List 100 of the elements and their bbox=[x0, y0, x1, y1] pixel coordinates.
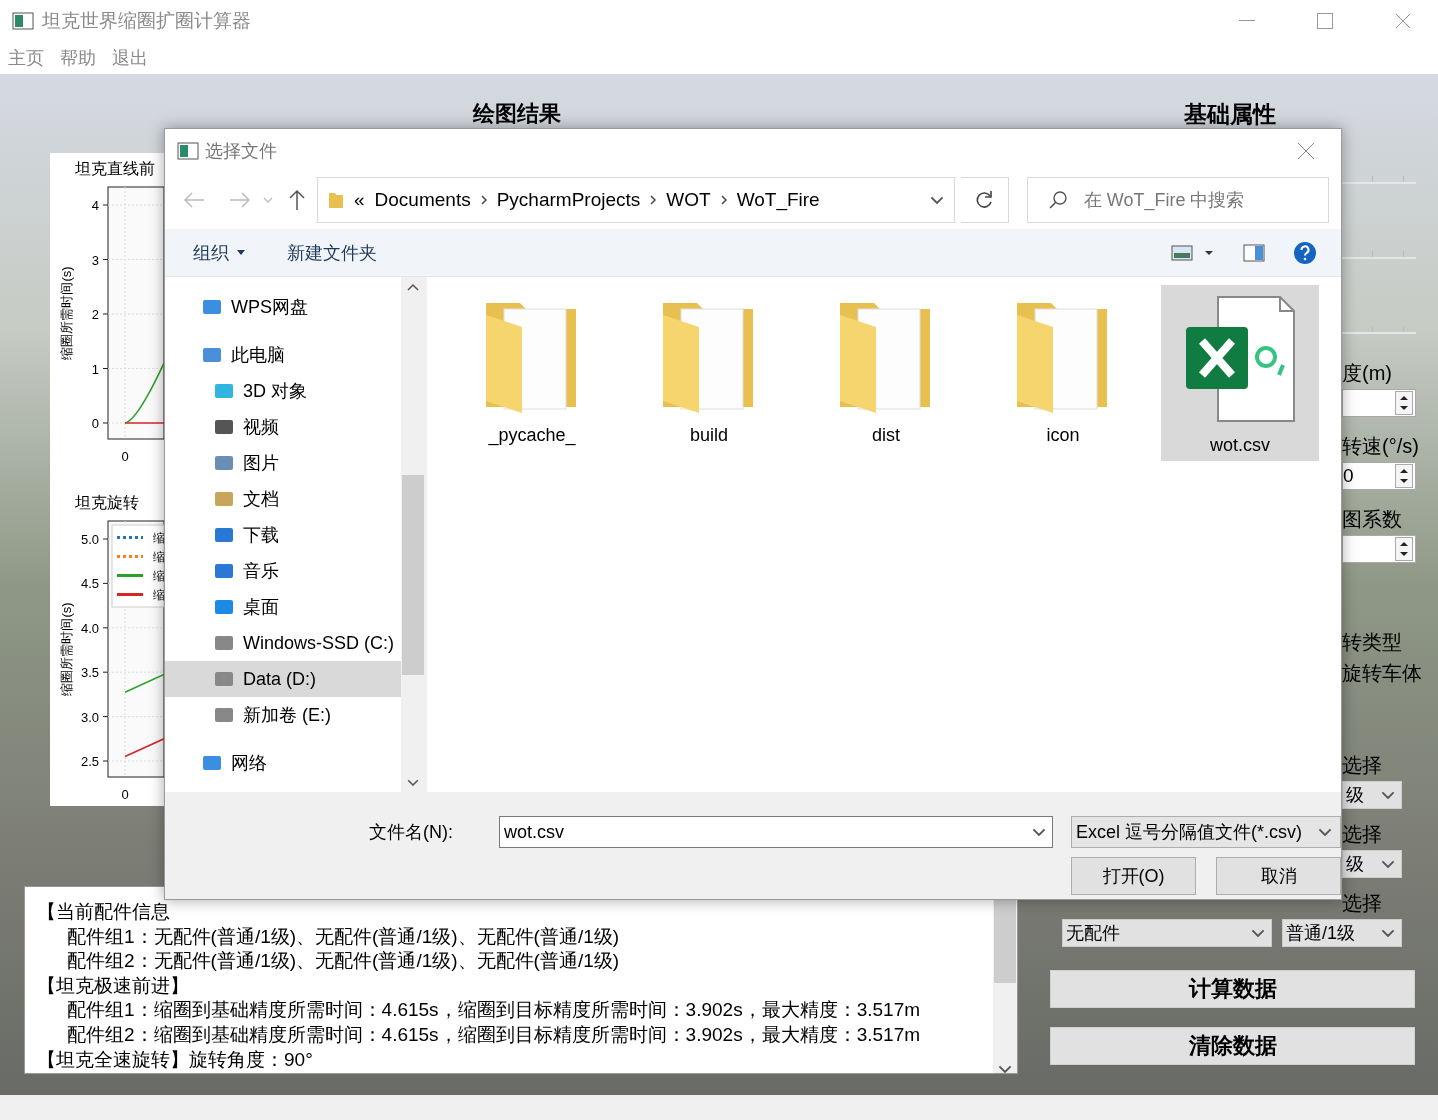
minimize-icon bbox=[1239, 20, 1255, 22]
breadcrumb-item[interactable]: WoT_Fire bbox=[736, 189, 820, 211]
log-textbox[interactable] bbox=[24, 886, 1018, 1074]
log-line: 【当前配件信息 bbox=[37, 900, 170, 924]
scrollbar[interactable] bbox=[401, 277, 425, 792]
legend-entry: 缩 bbox=[117, 550, 164, 564]
chevron-down-icon bbox=[1032, 827, 1046, 837]
nav-item-icon bbox=[201, 345, 223, 365]
y-tick bbox=[102, 368, 109, 369]
legend-entry: 缩 bbox=[117, 588, 164, 602]
nav-item-icon bbox=[213, 561, 235, 581]
combo-box[interactable]: 级 bbox=[1342, 781, 1402, 809]
nav-item-icon bbox=[213, 417, 235, 437]
nav-item[interactable]: 网络 bbox=[165, 745, 401, 781]
nav-item[interactable]: 图片 bbox=[165, 445, 401, 481]
view-icon[interactable] bbox=[1171, 244, 1215, 261]
field-label: 旋转车体 bbox=[1342, 661, 1422, 686]
preview-pane-icon[interactable] bbox=[1243, 243, 1265, 262]
y-tick bbox=[102, 582, 109, 584]
breadcrumb-item[interactable]: PycharmProjects bbox=[496, 189, 641, 211]
file-item[interactable]: icon bbox=[984, 285, 1142, 461]
y-tick-label: 2 bbox=[91, 307, 99, 322]
nav-item[interactable]: 下载 bbox=[165, 517, 401, 553]
x-tick-label: 0 bbox=[121, 787, 129, 802]
chevron-down-icon bbox=[930, 195, 945, 205]
nav-item[interactable]: 3D 对象 bbox=[165, 373, 401, 409]
field-label: 选择 bbox=[1342, 753, 1382, 778]
y-tick-label: 4.5 bbox=[80, 576, 99, 592]
chevron-down-icon bbox=[1251, 928, 1265, 938]
toolbar-button[interactable]: 新建文件夹 bbox=[287, 240, 377, 265]
y-tick-label: 5.0 bbox=[80, 532, 99, 547]
dialog-icon bbox=[177, 142, 199, 160]
y-tick-label: 2.5 bbox=[80, 754, 99, 769]
chevron-down-icon bbox=[1381, 790, 1395, 800]
nav-item[interactable]: 文档 bbox=[165, 481, 401, 517]
y-tick bbox=[102, 313, 109, 315]
spin-box[interactable]: 0 bbox=[1342, 462, 1416, 490]
chevron-down-icon bbox=[1318, 827, 1332, 837]
window-title: 坦克世界缩圈扩圈计算器 bbox=[42, 9, 252, 33]
dialog-button[interactable]: 取消 bbox=[1216, 857, 1341, 895]
field-label: 转类型 bbox=[1342, 630, 1402, 655]
chevron-down-icon bbox=[1381, 859, 1395, 869]
dialog-button[interactable]: 打开(O) bbox=[1071, 857, 1196, 895]
breadcrumb-item[interactable]: WOT bbox=[666, 189, 711, 211]
nav-item-icon bbox=[213, 453, 235, 473]
action-button[interactable]: 清除数据 bbox=[1050, 1027, 1415, 1065]
y-tick bbox=[102, 627, 109, 629]
y-tick bbox=[102, 760, 109, 762]
y-tick bbox=[102, 204, 109, 206]
action-button[interactable]: 计算数据 bbox=[1050, 970, 1415, 1008]
y-tick-label: 3.0 bbox=[80, 709, 99, 725]
y-tick bbox=[102, 671, 109, 673]
nav-item-icon bbox=[213, 669, 235, 689]
spreadsheet-file-icon bbox=[1184, 295, 1296, 425]
field-label: 图系数 bbox=[1342, 507, 1402, 532]
filename-field[interactable]: wot.csv bbox=[499, 816, 1053, 848]
file-type-select[interactable]: Excel 逗号分隔值文件(*.csv) bbox=[1071, 816, 1341, 848]
field-label: 选择 bbox=[1342, 891, 1382, 916]
scroll-down-icon bbox=[998, 1064, 1012, 1073]
nav-item[interactable]: 此电脑 bbox=[165, 337, 401, 373]
combo-box[interactable]: 普通/1级 bbox=[1282, 919, 1402, 947]
nav-item[interactable]: 视频 bbox=[165, 409, 401, 445]
nav-item[interactable]: 音乐 bbox=[165, 553, 401, 589]
nav-item-icon bbox=[213, 489, 235, 509]
breadcrumb-item[interactable]: Documents bbox=[374, 189, 471, 211]
log-line: 配件组1：无配件(普通/1级)、无配件(普通/1级)、无配件(普通/1级) bbox=[66, 924, 620, 949]
toolbar-button[interactable]: 组织 bbox=[193, 240, 245, 265]
nav-item[interactable]: WPS网盘 bbox=[165, 289, 401, 325]
address-bar[interactable]: « Documents PycharmProjects WOT WoT_Fire bbox=[317, 177, 956, 223]
file-item[interactable]: dist bbox=[807, 285, 965, 461]
nav-item[interactable]: 桌面 bbox=[165, 589, 401, 625]
file-item[interactable]: build bbox=[630, 285, 788, 461]
field-label: 选择 bbox=[1342, 822, 1382, 847]
dropdown-caret-icon bbox=[237, 250, 245, 255]
file-item[interactable]: wot.csv bbox=[1161, 285, 1319, 461]
refresh-button[interactable] bbox=[961, 177, 1009, 223]
log-line: 配件组1：缩圈到基础精度所需时间：4.615s，缩圈到目标精度所需时间：3.902s，最大精度：3.517m bbox=[66, 998, 921, 1023]
log-line: 【坦克全速旋转】旋转角度：90° bbox=[37, 1047, 313, 1072]
spin-arrows-icon[interactable] bbox=[1395, 464, 1413, 488]
log-line: 配件组2：无配件(普通/1级)、无配件(普通/1级)、无配件(普通/1级) bbox=[66, 949, 620, 974]
spin-arrows-icon[interactable] bbox=[1395, 391, 1413, 415]
log-line: 配件组2：缩圈到基础精度所需时间：4.615s，缩圈到目标精度所需时间：3.902s，最大精度：3.517m bbox=[66, 1022, 921, 1047]
folder-icon bbox=[328, 191, 344, 209]
close-icon bbox=[1395, 13, 1411, 29]
nav-item[interactable]: Data (D:) bbox=[165, 661, 401, 697]
y-tick-label: 3 bbox=[91, 252, 99, 268]
spin-arrows-icon[interactable] bbox=[1395, 537, 1413, 561]
nav-item[interactable]: 新加卷 (E:) bbox=[165, 697, 401, 733]
nav-item-icon bbox=[201, 297, 223, 317]
nav-item[interactable]: Windows-SSD (C:) bbox=[165, 625, 401, 661]
file-item[interactable]: _pycache_ bbox=[453, 285, 611, 461]
scroll-up-icon bbox=[407, 283, 419, 291]
help-icon[interactable] bbox=[1293, 240, 1317, 265]
combo-box[interactable]: 无配件 bbox=[1062, 919, 1272, 947]
combo-box[interactable]: 级 bbox=[1342, 850, 1402, 878]
field-label: 文件名(N): bbox=[369, 821, 454, 844]
field-label: 度(m) bbox=[1342, 361, 1392, 386]
chevron-right-icon bbox=[480, 195, 487, 205]
app-icon bbox=[12, 12, 34, 30]
search-field[interactable]: 在 WoT_Fire 中搜索 bbox=[1026, 177, 1329, 223]
